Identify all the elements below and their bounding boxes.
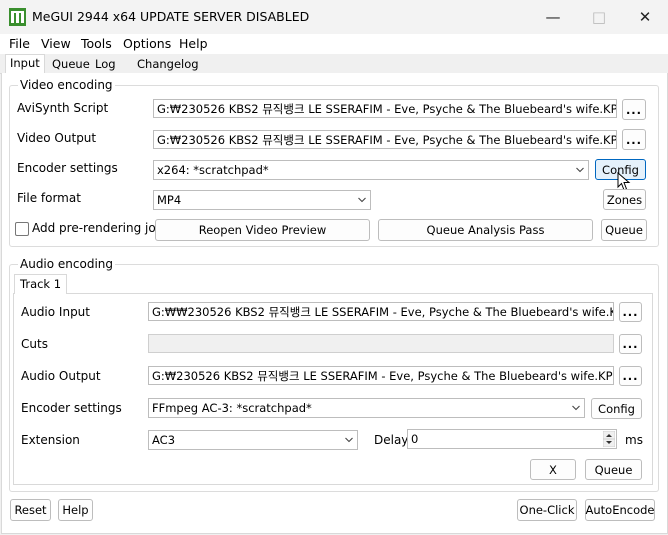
avisynth-script-label: AviSynth Script <box>17 101 109 115</box>
megui-app-icon <box>9 8 26 26</box>
close-icon: ✕ <box>638 8 652 26</box>
window-title: MeGUI 2944 x64 UPDATE SERVER DISABLED <box>32 9 310 24</box>
video-encoder-select[interactable]: x264: *scratchpad* <box>153 160 589 180</box>
audio-encoder-value: FFmpeg AC-3: *scratchpad* <box>152 401 312 415</box>
video-queue-button[interactable]: Queue <box>601 219 647 241</box>
extension-select[interactable]: AC3 <box>148 430 358 450</box>
menu-help[interactable]: Help <box>179 36 208 51</box>
file-format-value: MP4 <box>157 193 182 207</box>
delay-label: Delay <box>374 433 409 447</box>
audio-input-label: Audio Input <box>21 305 90 319</box>
audio-input-field[interactable]: G:₩₩230526 KBS2 뮤직뱅크 LE SSERAFIM - Eve, … <box>148 302 614 321</box>
audio-output-label: Audio Output <box>21 369 101 383</box>
add-prerendering-checkbox[interactable] <box>15 222 29 236</box>
chevron-down-icon <box>576 167 584 173</box>
video-encoding-legend: Video encoding <box>18 78 115 92</box>
spinner-arrows-icon[interactable] <box>603 431 615 447</box>
minimize-icon: — <box>545 8 561 26</box>
zones-button[interactable]: Zones <box>603 189 646 210</box>
chevron-down-icon <box>572 405 580 411</box>
delay-value: 0 <box>411 432 419 446</box>
file-format-select[interactable]: MP4 <box>153 190 371 210</box>
ms-label: ms <box>625 433 643 447</box>
audio-encoder-select[interactable]: FFmpeg AC-3: *scratchpad* <box>148 398 585 418</box>
maximize-button: □ <box>576 0 622 34</box>
cuts-label: Cuts <box>21 337 48 351</box>
audio-config-button[interactable]: Config <box>591 398 642 419</box>
file-format-label: File format <box>17 191 81 205</box>
menu-file[interactable]: File <box>9 36 30 51</box>
queue-analysis-pass-button[interactable]: Queue Analysis Pass <box>378 219 593 241</box>
audio-input-browse-button[interactable]: ... <box>619 302 642 322</box>
audio-encoding-legend: Audio encoding <box>18 257 116 271</box>
tab-changelog[interactable]: Changelog <box>133 56 203 73</box>
video-encoder-value: x264: *scratchpad* <box>157 163 269 177</box>
chevron-down-icon <box>345 437 353 443</box>
audio-output-browse-button[interactable]: ... <box>619 366 642 386</box>
reopen-video-preview-button[interactable]: Reopen Video Preview <box>155 219 370 241</box>
minimize-button[interactable]: — <box>530 0 576 34</box>
cuts-browse-button[interactable]: ... <box>619 334 642 354</box>
delay-input[interactable]: 0 <box>407 429 617 449</box>
chevron-down-icon <box>358 197 366 203</box>
menu-options[interactable]: Options <box>123 36 171 51</box>
audio-output-field[interactable]: G:₩230526 KBS2 뮤직뱅크 LE SSERAFIM - Eve, P… <box>148 366 614 385</box>
tab-log[interactable]: Log <box>91 56 120 73</box>
avisynth-script-input[interactable]: G:₩230526 KBS2 뮤직뱅크 LE SSERAFIM - Eve, P… <box>153 99 617 118</box>
menu-tools[interactable]: Tools <box>81 36 112 51</box>
tab-track-1[interactable]: Track 1 <box>14 274 68 294</box>
add-prerendering-label: Add pre-rendering job <box>32 221 164 235</box>
video-output-browse-button[interactable]: ... <box>622 129 646 150</box>
extension-value: AC3 <box>152 433 176 447</box>
maximize-icon: □ <box>591 8 607 26</box>
autoencode-button[interactable]: AutoEncode <box>585 499 655 521</box>
video-output-input[interactable]: G:₩230526 KBS2 뮤직뱅크 LE SSERAFIM - Eve, P… <box>153 130 617 149</box>
help-button[interactable]: Help <box>58 499 93 521</box>
one-click-button[interactable]: One-Click <box>517 499 577 521</box>
tab-queue[interactable]: Queue <box>48 56 94 73</box>
avisynth-browse-button[interactable]: ... <box>622 99 646 120</box>
audio-remove-button[interactable]: X <box>530 459 576 480</box>
close-button[interactable]: ✕ <box>622 0 668 34</box>
video-encoder-settings-label: Encoder settings <box>17 161 118 175</box>
cuts-field[interactable] <box>148 334 614 353</box>
reset-button[interactable]: Reset <box>10 499 51 521</box>
track-tab-panel <box>13 293 653 485</box>
audio-encoder-settings-label: Encoder settings <box>21 401 122 415</box>
video-output-label: Video Output <box>17 131 97 145</box>
tab-input[interactable]: Input <box>5 54 45 74</box>
menu-view[interactable]: View <box>41 36 71 51</box>
audio-queue-button[interactable]: Queue <box>585 459 642 480</box>
extension-label: Extension <box>21 433 80 447</box>
